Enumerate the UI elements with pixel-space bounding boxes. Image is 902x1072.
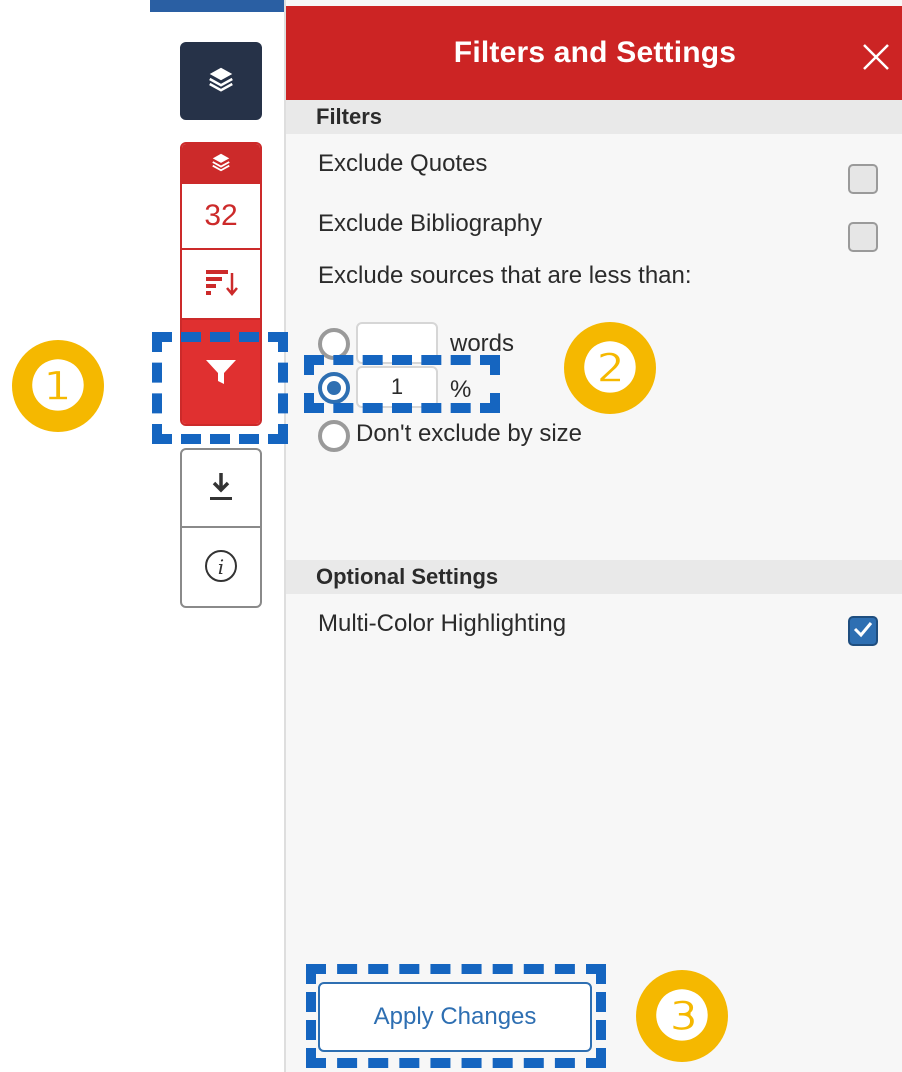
exclude-bibliography-label: Exclude Bibliography xyxy=(318,210,543,237)
percent-radio[interactable] xyxy=(318,372,350,404)
download-icon xyxy=(206,469,236,508)
sidebar-top-accent xyxy=(150,0,284,12)
words-input[interactable] xyxy=(356,322,438,364)
filter-icon xyxy=(204,357,238,392)
step-1-number: ❶ xyxy=(28,347,88,425)
multicolor-label: Multi-Color Highlighting xyxy=(318,610,567,637)
exclude-quotes-checkbox[interactable] xyxy=(848,164,878,194)
optional-settings-heading: Optional Settings xyxy=(286,560,902,594)
exclude-bibliography-checkbox[interactable] xyxy=(848,222,878,252)
step-2-number: ❷ xyxy=(580,329,640,407)
layers-icon xyxy=(210,151,232,178)
sort-icon xyxy=(204,267,238,302)
step-1-badge: ❶ xyxy=(12,340,104,432)
panel-title: Filters and Settings xyxy=(453,36,737,69)
percent-input[interactable] xyxy=(356,366,438,408)
no-size-exclusion-radio[interactable] xyxy=(318,420,350,452)
svg-text:i: i xyxy=(218,555,224,579)
similarity-toolbar: 32 xyxy=(180,142,262,426)
match-overview-button[interactable] xyxy=(182,144,260,184)
close-icon[interactable] xyxy=(856,32,896,82)
multicolor-checkbox[interactable] xyxy=(848,616,878,646)
percent-unit-label: % xyxy=(450,376,472,403)
filter-button[interactable] xyxy=(182,320,260,424)
filters-heading: Filters xyxy=(286,100,902,134)
step-3-badge: ❸ xyxy=(636,970,728,1062)
step-2-badge: ❷ xyxy=(564,322,656,414)
layers-icon xyxy=(206,64,236,99)
filters-settings-panel: Filters and Settings Filters Exclude Quo… xyxy=(284,0,902,1072)
checkmark-icon xyxy=(852,618,874,645)
similarity-score[interactable]: 32 xyxy=(182,184,260,250)
step-3-number: ❸ xyxy=(652,977,712,1055)
exclude-size-label: Exclude sources that are less than: xyxy=(318,262,692,289)
no-size-exclusion-label: Don't exclude by size xyxy=(356,420,583,447)
info-button[interactable]: i xyxy=(182,528,260,606)
words-unit-label: words xyxy=(450,330,515,357)
secondary-toolbar: i xyxy=(180,448,262,608)
exclude-quotes-label: Exclude Quotes xyxy=(318,150,488,177)
apply-changes-button[interactable]: Apply Changes xyxy=(318,982,592,1052)
panel-header: Filters and Settings xyxy=(286,6,902,100)
sort-button[interactable] xyxy=(182,250,260,320)
words-radio[interactable] xyxy=(318,328,350,360)
download-button[interactable] xyxy=(182,450,260,528)
all-sources-button[interactable] xyxy=(180,42,262,120)
info-icon: i xyxy=(203,548,239,589)
